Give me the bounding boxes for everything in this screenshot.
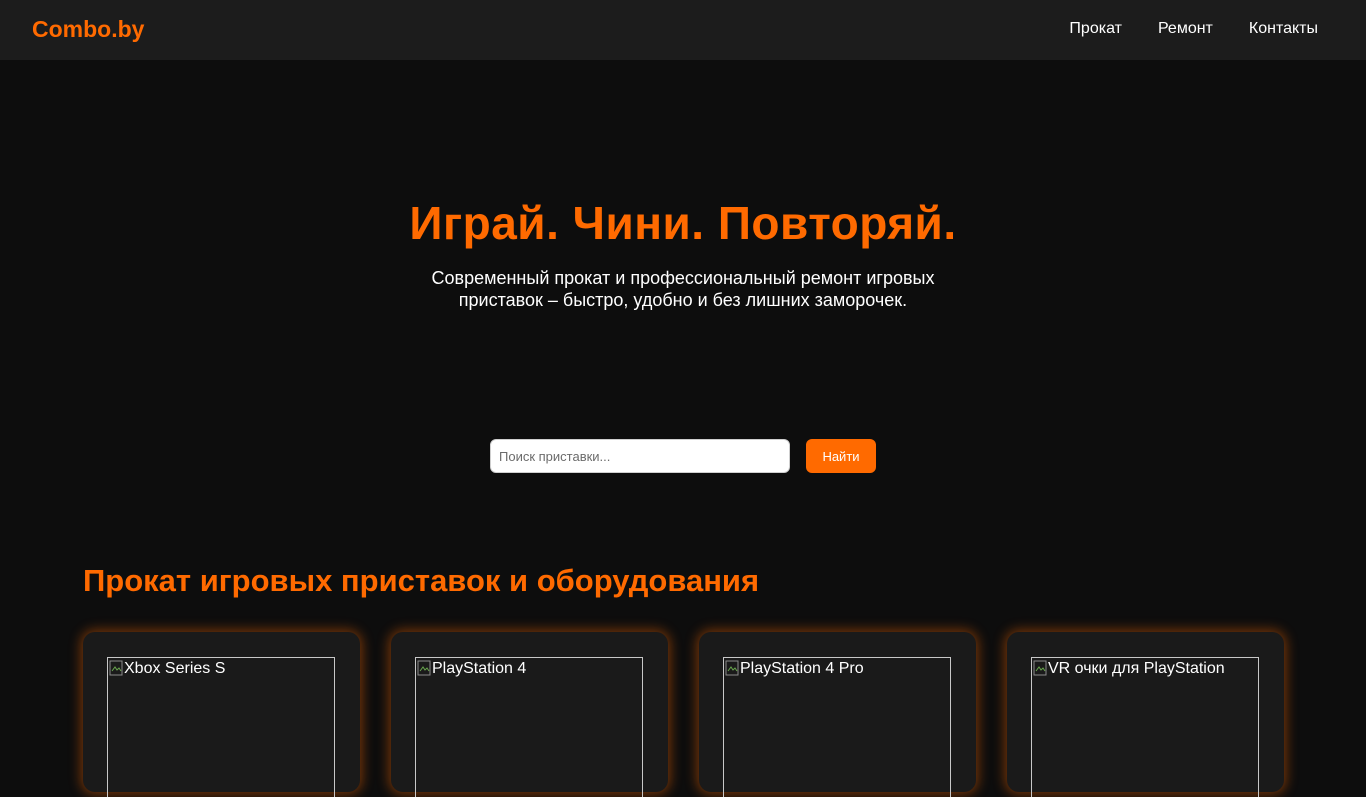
search-button[interactable]: Найти	[806, 439, 876, 473]
product-image-alt: VR очки для PlayStation	[1048, 660, 1225, 677]
broken-image-icon	[725, 660, 739, 676]
product-card[interactable]: PlayStation 4 Pro	[699, 632, 976, 797]
hero-subtitle: Современный прокат и профессиональный ре…	[431, 268, 935, 310]
broken-image-icon	[417, 660, 431, 676]
product-card[interactable]: PlayStation 4	[391, 632, 668, 797]
site-logo[interactable]: Combo.by	[32, 16, 144, 43]
broken-image-icon	[109, 660, 123, 676]
product-image: PlayStation 4	[415, 657, 643, 797]
broken-image-icon	[1033, 660, 1047, 676]
navbar: Combo.by Прокат Ремонт Контакты	[0, 0, 1366, 60]
product-image: VR очки для PlayStation	[1031, 657, 1259, 797]
product-card[interactable]: VR очки для PlayStation	[1007, 632, 1284, 797]
nav-link-repair[interactable]: Ремонт	[1158, 20, 1213, 38]
product-image: Xbox Series S	[107, 657, 335, 797]
product-image-alt: PlayStation 4	[432, 660, 527, 677]
product-image-alt: PlayStation 4 Pro	[740, 660, 864, 677]
product-image-alt: Xbox Series S	[124, 660, 226, 677]
product-card[interactable]: Xbox Series S	[83, 632, 360, 797]
product-image: PlayStation 4 Pro	[723, 657, 951, 797]
search-input[interactable]	[490, 439, 790, 473]
nav-link-contacts[interactable]: Контакты	[1249, 20, 1318, 38]
rental-section-title: Прокат игровых приставок и оборудования	[83, 563, 760, 598]
hero-title: Играй. Чини. Повторяй.	[409, 197, 957, 249]
main-nav: Прокат Ремонт Контакты	[1069, 20, 1318, 38]
nav-link-rental[interactable]: Прокат	[1069, 20, 1122, 38]
